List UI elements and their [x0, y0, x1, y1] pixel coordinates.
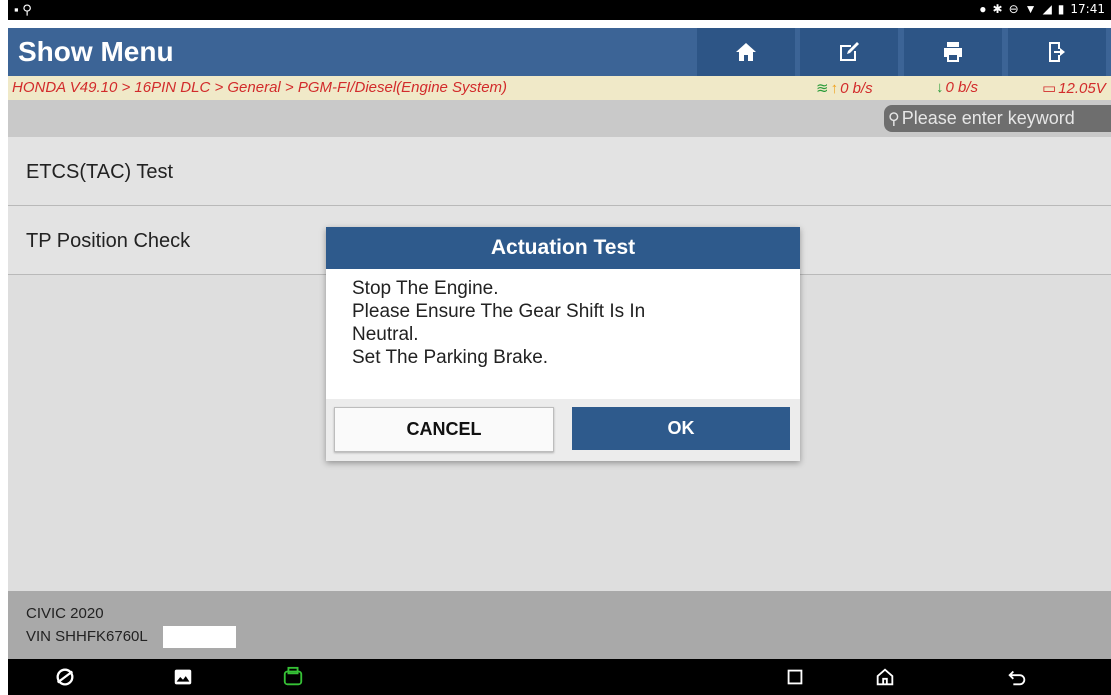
vehicle-model: CIVIC 2020: [26, 605, 104, 622]
dialog-line: Set The Parking Brake.: [352, 347, 549, 368]
status-bar: ▪ ⚲ ● ✱ ⊖ ▼ ◢ ▮ 17:41: [8, 0, 1111, 20]
upload-status: ≋ ↑ 0 b/s: [816, 79, 873, 98]
dialog-title: Actuation Test: [326, 227, 800, 269]
back-icon[interactable]: [1002, 665, 1032, 689]
usb-notification-icon: ⚲: [22, 2, 32, 17]
browser-icon[interactable]: [50, 665, 80, 689]
home-icon: [736, 43, 756, 61]
gallery-icon[interactable]: [168, 665, 198, 689]
search-placeholder: Please enter keyword: [901, 108, 1075, 128]
edit-button[interactable]: [800, 28, 898, 76]
app-header: Show Menu: [8, 28, 1111, 76]
home-button[interactable]: [697, 28, 795, 76]
arrow-down-icon: ↓: [936, 79, 944, 96]
voltage-status: ▭ 12.05V: [1042, 79, 1106, 98]
search-icon: ⚲: [888, 110, 900, 128]
ok-button[interactable]: OK: [572, 407, 790, 450]
page-title: Show Menu: [18, 36, 174, 67]
search-input[interactable]: ⚲ Please enter keyword: [884, 105, 1111, 132]
battery-icon: ▮: [1057, 2, 1065, 16]
gallery-glyph: [174, 669, 192, 685]
breadcrumb-bar: HONDA V49.10 > 16PIN DLC > General > PGM…: [8, 76, 1111, 100]
voltage-value: 12.05V: [1058, 79, 1106, 97]
wifi-icon: ▼: [1024, 2, 1037, 16]
vci-icon[interactable]: [278, 665, 308, 689]
breadcrumb: HONDA V49.10 > 16PIN DLC > General > PGM…: [12, 79, 508, 96]
battery-voltage-icon: ▭: [1042, 80, 1057, 97]
dialog-button-row: CANCEL OK: [326, 399, 800, 461]
browser-glyph: [56, 668, 74, 686]
recent-apps-glyph: [787, 669, 803, 685]
menu-item-label: TP Position Check: [26, 230, 191, 252]
back-glyph: [1008, 670, 1026, 686]
print-icon: [944, 42, 962, 62]
clock: 17:41: [1070, 2, 1105, 16]
exit-button[interactable]: [1008, 28, 1106, 76]
download-rate: 0 b/s: [945, 79, 979, 96]
system-nav-bar: [8, 659, 1111, 695]
system-icons: ● ✱ ⊖ ▼ ◢ ▮ 17:41: [979, 2, 1105, 16]
upload-rate: 0 b/s: [840, 79, 873, 97]
actuation-test-dialog: Actuation Test Stop The Engine. Please E…: [326, 227, 800, 461]
notification-icons: ▪ ⚲: [14, 2, 32, 18]
dialog-message: Stop The Engine. Please Ensure The Gear …: [352, 277, 772, 369]
dialog-line: Neutral.: [352, 324, 419, 345]
arrow-up-icon: ↑: [830, 79, 839, 97]
gallery-notification-icon: ▪: [14, 2, 19, 17]
cancel-button[interactable]: CANCEL: [334, 407, 554, 452]
exit-icon: [1049, 42, 1065, 62]
search-row: ⚲ Please enter keyword: [8, 100, 1111, 137]
vin-redaction: [163, 626, 236, 648]
vci-glyph: [283, 666, 303, 686]
dnd-icon: ⊖: [1008, 2, 1019, 16]
vehicle-info-footer: CIVIC 2020 VIN SHHFK6760L: [8, 591, 1111, 659]
print-button[interactable]: [904, 28, 1002, 76]
download-status: ↓ 0 b/s: [936, 79, 978, 96]
dialog-line: Please Ensure The Gear Shift Is In: [352, 301, 646, 322]
home-nav-icon[interactable]: [870, 665, 900, 689]
vehicle-vin: VIN SHHFK6760L: [26, 628, 148, 645]
location-icon: ●: [979, 2, 987, 16]
recent-apps-icon[interactable]: [780, 665, 810, 689]
menu-item-etcs-test[interactable]: ETCS(TAC) Test: [8, 137, 1111, 206]
edit-icon: [840, 42, 859, 61]
menu-item-label: ETCS(TAC) Test: [26, 161, 174, 183]
dialog-line: Stop The Engine.: [352, 278, 499, 299]
wifi-icon: ≋: [816, 80, 829, 97]
signal-icon: ◢: [1042, 2, 1052, 16]
home-nav-glyph: [876, 668, 894, 686]
bluetooth-icon: ✱: [992, 2, 1003, 16]
